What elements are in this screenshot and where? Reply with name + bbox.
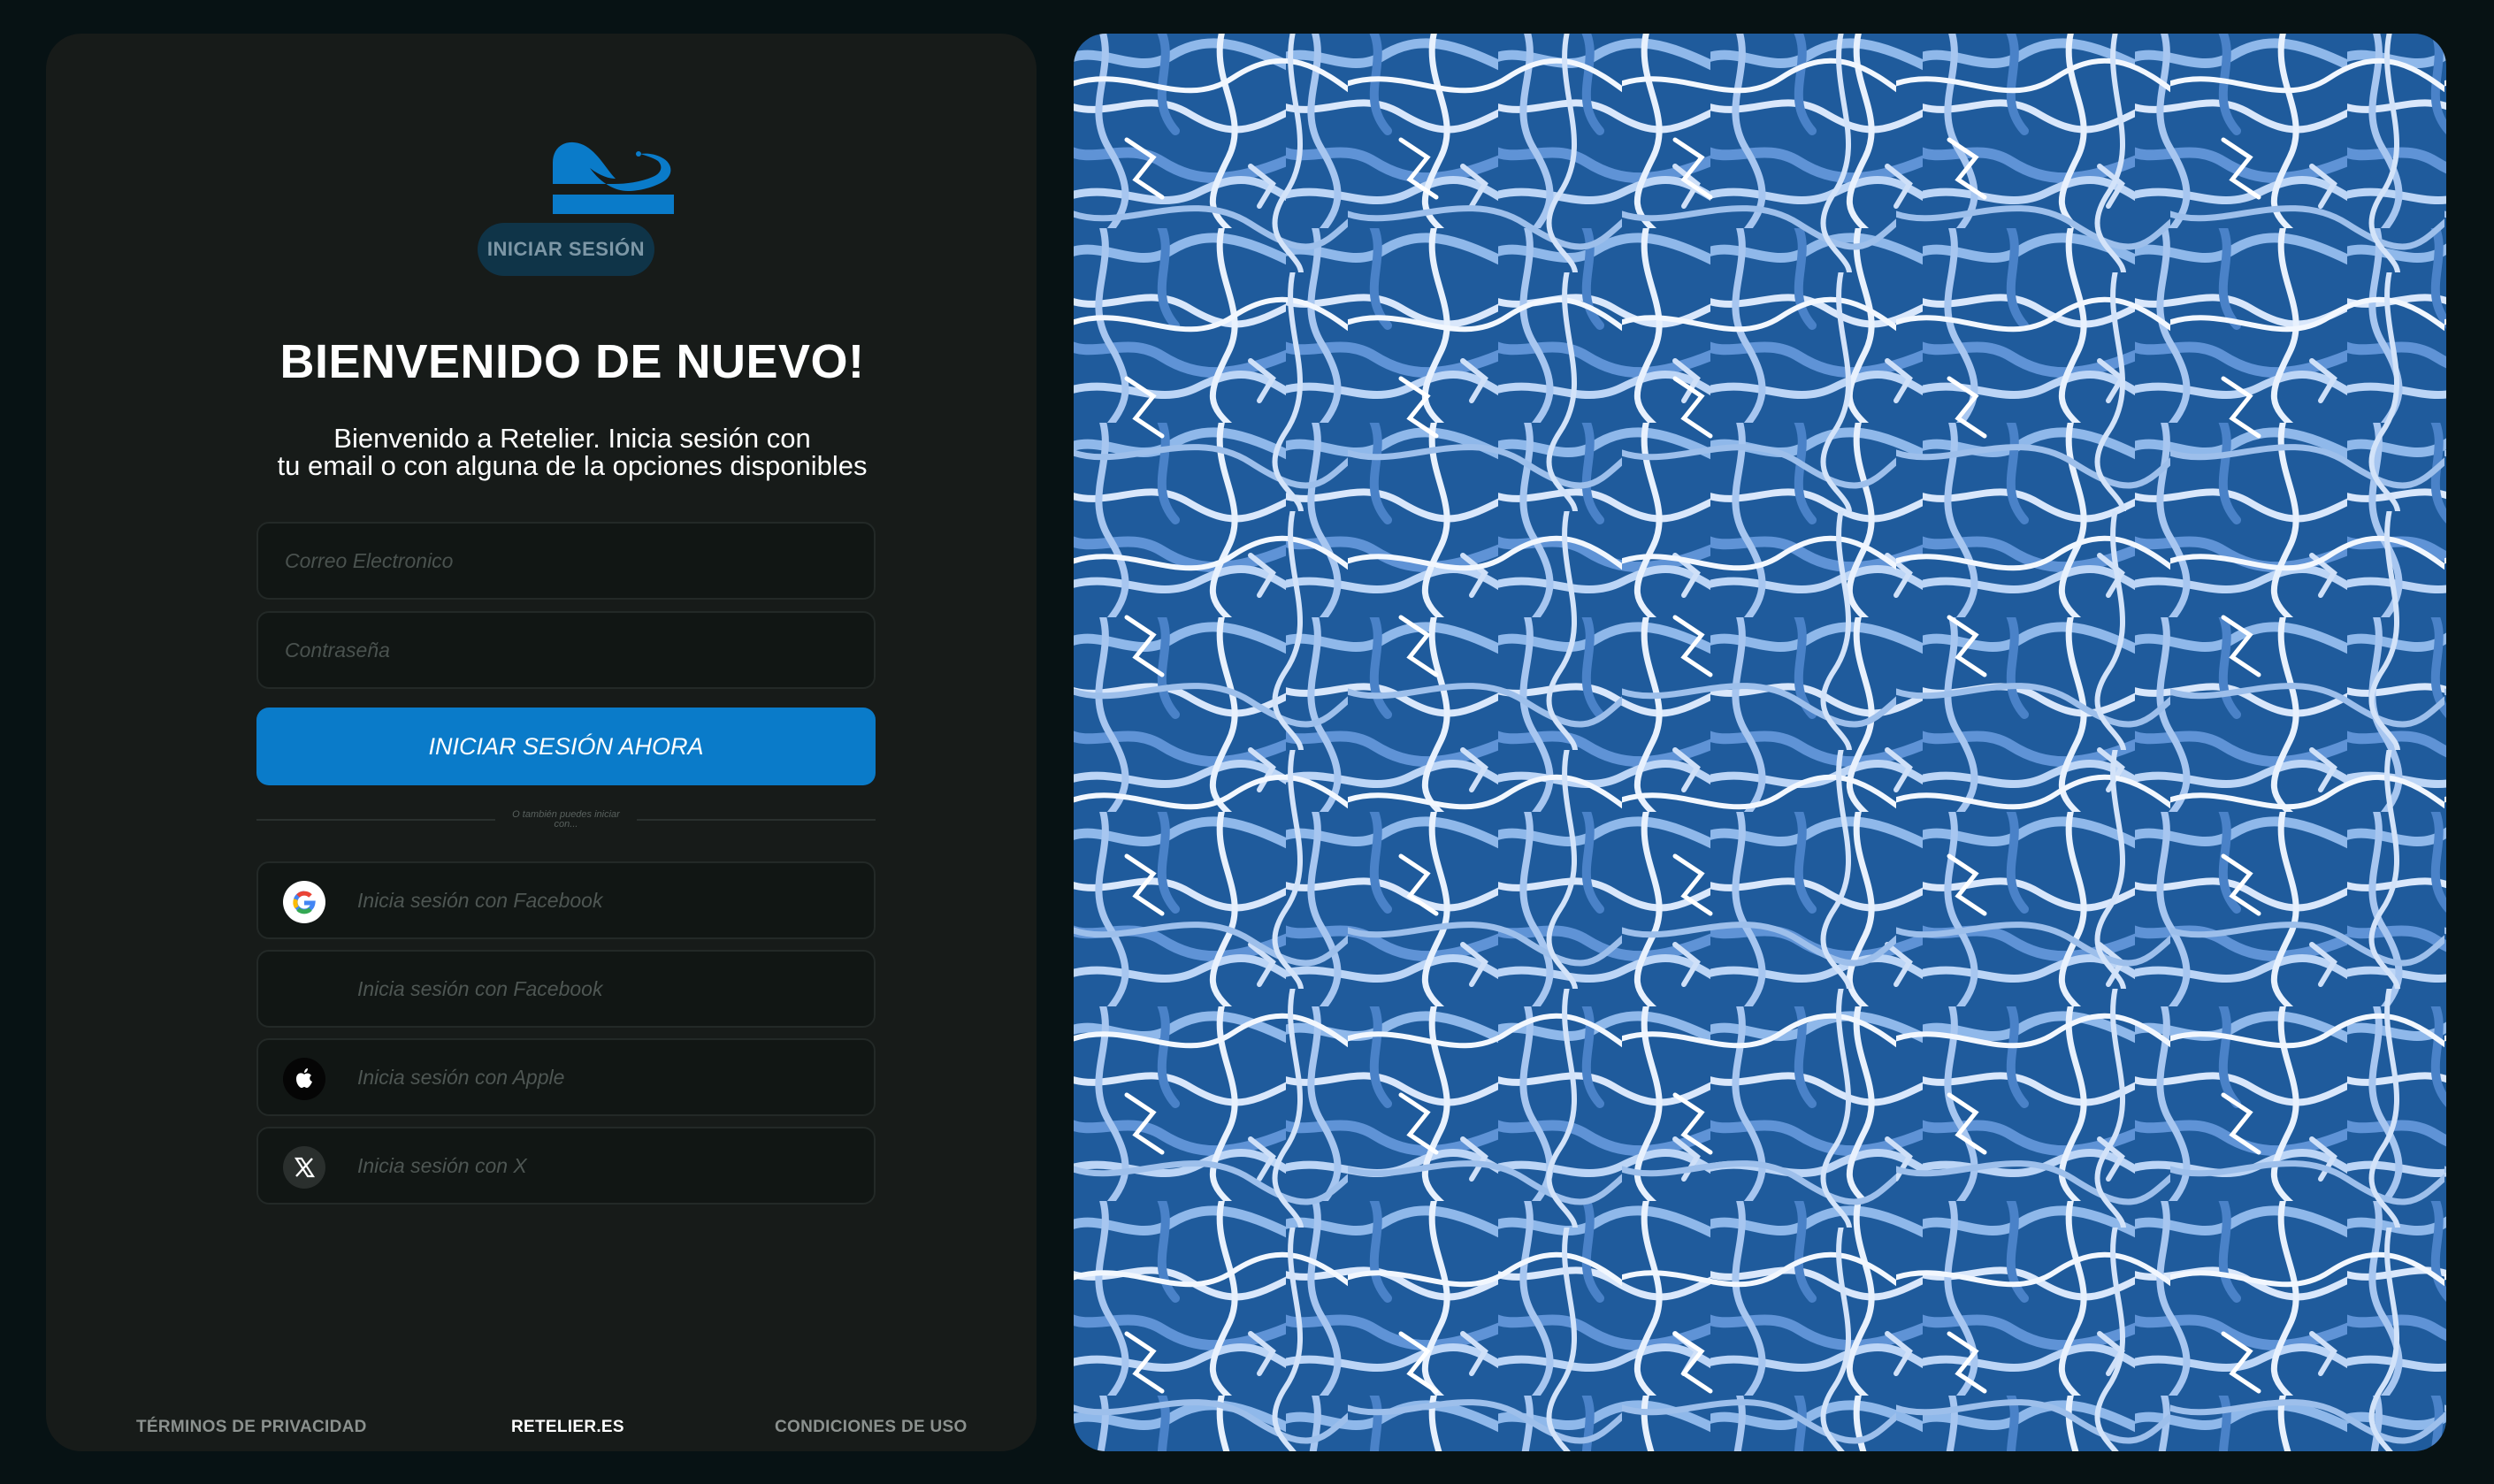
x-sign-in-button[interactable]: Inicia sesión con X xyxy=(256,1127,876,1205)
divider-line-left xyxy=(256,819,495,821)
facebook-sign-in-label: Inicia sesión con Facebook xyxy=(357,976,603,1000)
google-icon xyxy=(283,881,325,923)
shredded-paper-illustration xyxy=(1074,34,2446,1451)
apple-icon xyxy=(283,1058,325,1100)
subtitle-line-1: Bienvenido a Retelier. Inicia sesión con xyxy=(333,423,811,454)
x-sign-in-label: Inicia sesión con X xyxy=(357,1153,527,1177)
password-field[interactable] xyxy=(256,611,876,689)
email-field[interactable] xyxy=(256,522,876,600)
subtitle-line-2: tu email o con alguna de la opciones dis… xyxy=(277,450,868,481)
apple-sign-in-label: Inicia sesión con Apple xyxy=(357,1065,565,1089)
retelier-logo xyxy=(553,142,674,214)
retelier-site-link[interactable]: RETELIER.ES xyxy=(511,1417,624,1438)
google-sign-in-button[interactable]: Inicia sesión con Facebook xyxy=(256,861,876,939)
x-icon xyxy=(283,1146,325,1189)
sign-in-now-button[interactable]: INICIAR SESIÓN AHORA xyxy=(256,708,876,785)
google-sign-in-label: Inicia sesión con Facebook xyxy=(357,888,603,912)
alternative-login-divider: O también puedes iniciar con... xyxy=(256,810,876,830)
welcome-subtitle: Bienvenido a Retelier. Inicia sesión con… xyxy=(46,425,1098,479)
apple-sign-in-button[interactable]: Inicia sesión con Apple xyxy=(256,1038,876,1116)
divider-line-right xyxy=(637,819,876,821)
divider-label-line-2: con... xyxy=(554,819,578,830)
shredded-paper-image xyxy=(1074,34,2446,1451)
facebook-sign-in-button[interactable]: Inicia sesión con Facebook xyxy=(256,950,876,1028)
terms-of-use-link[interactable]: CONDICIONES DE USO xyxy=(775,1417,968,1438)
page-title: BIENVENIDO DE NUEVO! xyxy=(279,335,865,388)
privacy-terms-link[interactable]: TÉRMINOS DE PRIVACIDAD xyxy=(136,1417,367,1438)
sign-in-badge: INICIAR SESIÓN xyxy=(478,223,654,276)
login-panel: INICIAR SESIÓN BIENVENIDO DE NUEVO! Bien… xyxy=(46,34,1037,1451)
divider-label: O también puedes iniciar con... xyxy=(495,810,637,830)
